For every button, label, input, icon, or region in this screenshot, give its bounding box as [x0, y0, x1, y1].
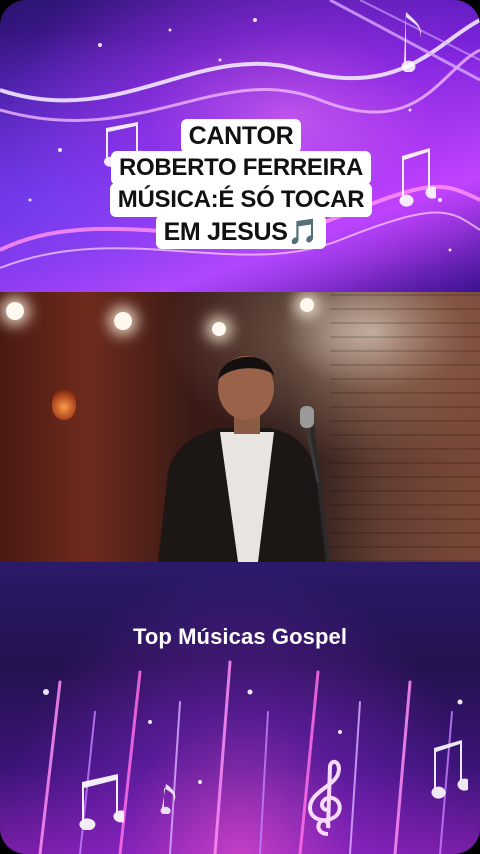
caption-line-song-title: EM JESUS🎵	[155, 215, 327, 249]
music-note-icon	[431, 740, 468, 799]
song-caption: CANTOR ROBERTO FERREIRA MÚSICA:É SÓ TOCA…	[96, 119, 386, 249]
wall-lamp	[52, 388, 76, 420]
treble-clef-icon	[307, 759, 342, 836]
video-frame[interactable]: CANTOR ROBERTO FERREIRA MÚSICA:É SÓ TOCA…	[0, 0, 480, 854]
caption-line-song-label: MÚSICA:É SÓ TOCAR	[109, 183, 373, 217]
stage-light	[300, 298, 314, 312]
music-note-icon	[160, 784, 176, 814]
video-player[interactable]	[0, 292, 480, 562]
music-note-icon	[79, 774, 124, 830]
music-note-icon	[399, 148, 436, 207]
stage-light	[6, 302, 24, 320]
caption-line-singer-name: ROBERTO FERREIRA	[110, 151, 372, 185]
singer-figure	[158, 356, 330, 562]
caption-line-singer-label: CANTOR	[180, 119, 302, 153]
bottom-background: Top Músicas Gospel	[0, 562, 480, 854]
music-note-icon	[401, 12, 421, 72]
channel-title: Top Músicas Gospel	[132, 624, 348, 649]
stage-light	[114, 312, 132, 330]
brick-wall	[330, 292, 480, 562]
